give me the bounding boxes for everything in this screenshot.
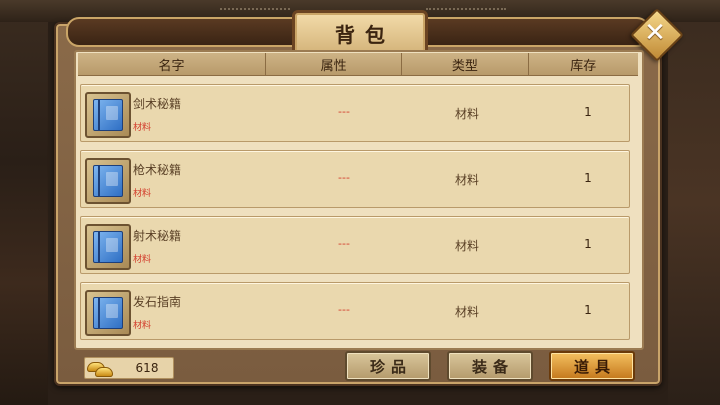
tab-treasures[interactable]: 珍品 xyxy=(345,351,431,381)
book-icon xyxy=(93,231,123,263)
currency-display: 618 xyxy=(84,357,174,379)
item-stock: 1 xyxy=(584,171,592,185)
tab-equipment[interactable]: 装备 xyxy=(447,351,533,381)
gold-ingot-icon xyxy=(85,358,113,378)
close-icon[interactable]: ✕ xyxy=(638,16,672,50)
item-attr: --- xyxy=(338,171,350,184)
currency-value: 618 xyxy=(135,361,159,375)
item-name: 枪术秘籍 xyxy=(133,163,182,177)
background-left xyxy=(0,0,48,405)
item-name: 射术秘籍 xyxy=(133,229,182,243)
item-tag: 材料 xyxy=(133,255,152,265)
item-name: 剑术秘籍 xyxy=(133,97,182,111)
item-attr: --- xyxy=(338,303,350,316)
table-header: 名字 属性 类型 库存 xyxy=(78,53,638,76)
tab-items[interactable]: 道具 xyxy=(549,351,635,381)
item-row[interactable]: 射术秘籍 材料 --- 材料 1 xyxy=(80,216,630,274)
header-attr: 属性 xyxy=(266,53,403,75)
book-icon xyxy=(93,165,123,197)
header-name: 名字 xyxy=(78,53,266,75)
book-icon xyxy=(93,297,123,329)
item-attr: --- xyxy=(338,237,350,250)
header-type: 类型 xyxy=(402,53,529,75)
item-stock: 1 xyxy=(584,237,592,251)
item-icon-frame xyxy=(85,290,131,336)
book-icon xyxy=(93,99,123,131)
item-type: 材料 xyxy=(454,173,479,187)
item-type: 材料 xyxy=(454,305,479,319)
item-row[interactable]: 剑术秘籍 材料 --- 材料 1 xyxy=(80,84,630,142)
item-name: 发石指南 xyxy=(133,295,182,309)
header-stock: 库存 xyxy=(570,58,597,74)
item-type: 材料 xyxy=(454,239,479,253)
window-title: 背包 xyxy=(335,22,395,47)
item-icon-frame xyxy=(85,224,131,270)
item-row[interactable]: 发石指南 材料 --- 材料 1 xyxy=(80,282,630,340)
item-tag: 材料 xyxy=(133,321,152,331)
item-tag: 材料 xyxy=(133,189,152,199)
item-stock: 1 xyxy=(584,303,592,317)
background-right xyxy=(668,0,720,405)
item-icon-frame xyxy=(85,92,131,138)
item-tag: 材料 xyxy=(133,123,152,133)
item-type: 材料 xyxy=(454,107,479,121)
item-row[interactable]: 枪术秘籍 材料 --- 材料 1 xyxy=(80,150,630,208)
item-attr: --- xyxy=(338,105,350,118)
item-icon-frame xyxy=(85,158,131,204)
item-stock: 1 xyxy=(584,105,592,119)
